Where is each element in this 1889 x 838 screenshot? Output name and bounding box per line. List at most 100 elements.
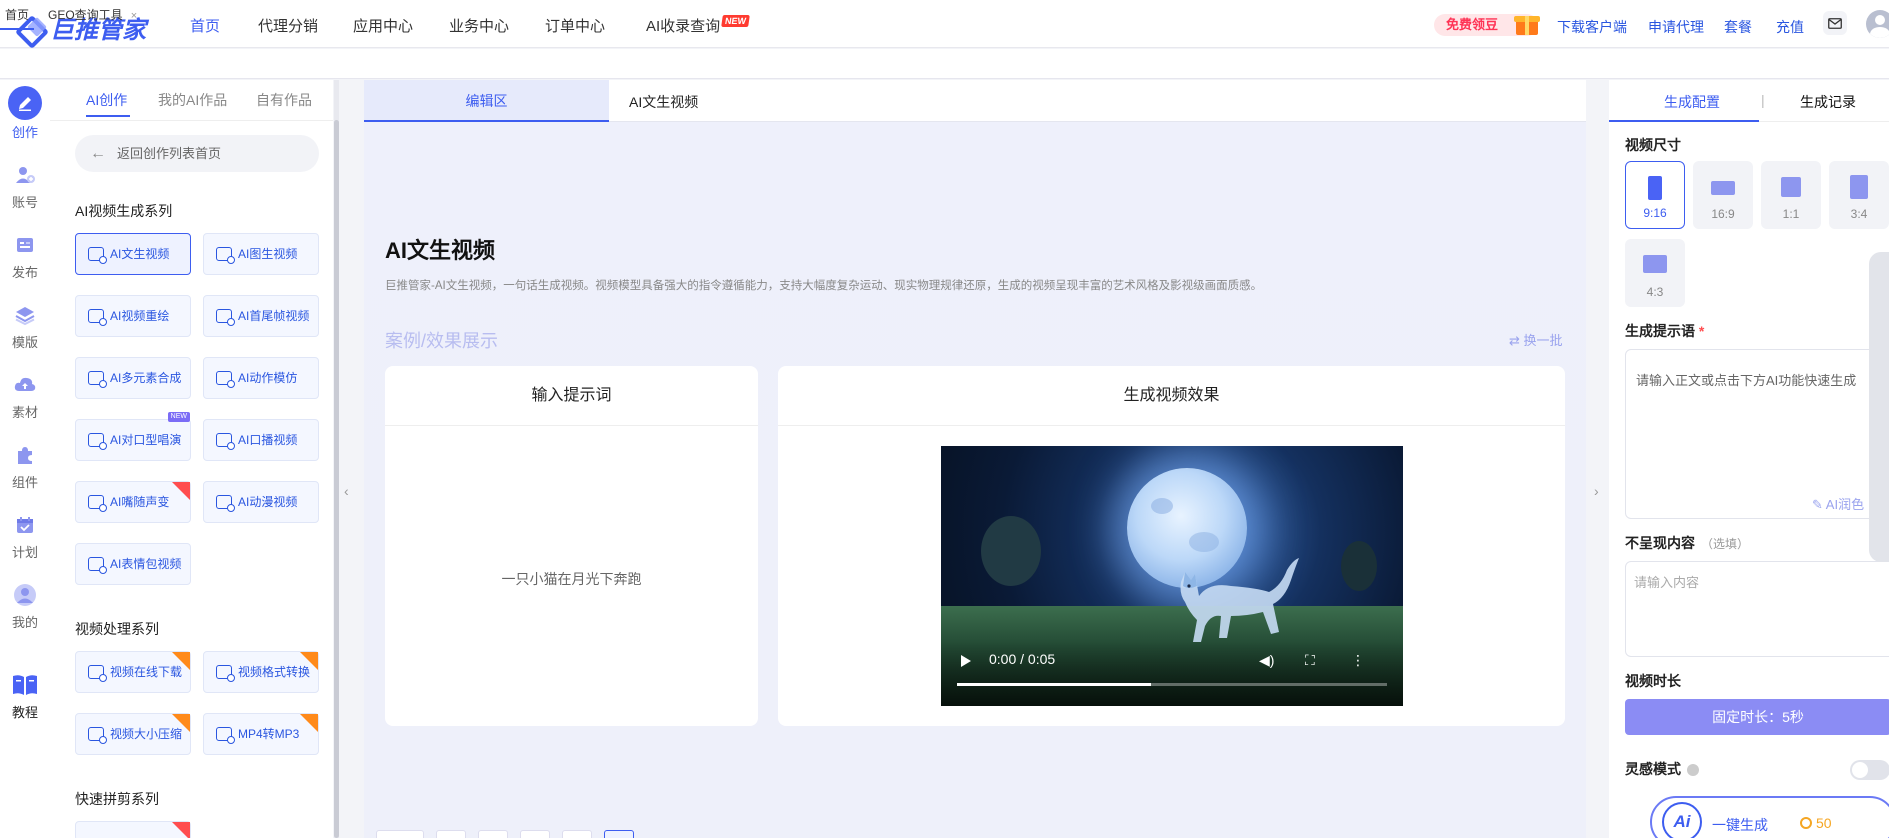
recharge-link[interactable]: 充值 — [1776, 17, 1804, 37]
puzzle-icon — [10, 440, 40, 470]
tool-mp4-to-mp3[interactable]: MP4转MP3 — [203, 713, 319, 755]
tool-text-to-video[interactable]: AI文生视频 — [75, 233, 191, 275]
tool-format-convert[interactable]: 视频格式转换 — [203, 651, 319, 693]
tool-multi-element[interactable]: AI多元素合成 — [75, 357, 191, 399]
tool-voice-mouth[interactable]: AI嘴随声变 — [75, 481, 191, 523]
nav-orders[interactable]: 订单中心 — [545, 15, 605, 36]
exclude-textarea[interactable]: 请输入内容 — [1625, 561, 1889, 657]
info-icon[interactable] — [1687, 764, 1699, 777]
nav-agent[interactable]: 代理分销 — [258, 15, 318, 36]
tab-edit-area[interactable]: 编辑区 — [364, 80, 609, 122]
tool-label: AI图生视频 — [238, 247, 298, 261]
bottom-toolbar-item[interactable] — [562, 830, 592, 838]
sidebar-item-create[interactable]: 创作 — [0, 86, 50, 141]
mail-icon[interactable] — [1823, 11, 1847, 35]
tool-video-compress[interactable]: 视频大小压缩 — [75, 713, 191, 755]
volume-icon[interactable]: ◀︎) — [1259, 652, 1274, 669]
back-to-list-button[interactable]: ← 返回创作列表首页 — [75, 135, 319, 172]
ratio-9-16[interactable]: 9:16 — [1625, 161, 1685, 229]
sidebar-item-mine[interactable]: 我的 — [0, 580, 50, 631]
ratio-1-1[interactable]: 1:1 — [1761, 161, 1821, 229]
download-client-link[interactable]: 下载客户端 — [1557, 17, 1627, 37]
tool-first-last-frame[interactable]: AI首尾帧视频 — [203, 295, 319, 337]
nav-apps[interactable]: 应用中心 — [353, 15, 413, 36]
play-icon[interactable] — [961, 655, 971, 667]
page-title: AI文生视频 — [385, 238, 496, 263]
tool-motion-imitate[interactable]: AI动作模仿 — [203, 357, 319, 399]
new-tag: NEW — [167, 412, 190, 422]
fullscreen-icon[interactable]: ⛶ — [1305, 652, 1315, 669]
result-card-title: 生成视频效果 — [778, 366, 1565, 426]
bottom-toolbar-item[interactable] — [478, 830, 508, 838]
tool-emoji-video[interactable]: AI表情包视频 — [75, 543, 191, 585]
sidebar-item-account[interactable]: 账号 — [0, 160, 50, 211]
sidebar-label: 我的 — [11, 615, 38, 630]
collapse-right-icon[interactable]: › — [1594, 483, 1599, 499]
user-avatar[interactable] — [1866, 10, 1889, 38]
sidebar-item-plan[interactable]: 计划 — [0, 510, 50, 561]
portrait-icon — [1648, 176, 1662, 200]
sidebar-item-template[interactable]: 模版 — [0, 300, 50, 351]
publish-icon — [10, 230, 40, 260]
ratio-16-9[interactable]: 16:9 — [1693, 161, 1753, 229]
ratio-4-3[interactable]: 4:3 — [1625, 239, 1685, 307]
bottom-toolbar-item[interactable] — [604, 830, 634, 838]
tab-home[interactable]: 首页 — [0, 0, 34, 30]
tab-geo-tool[interactable]: GEO查询工具 × — [48, 0, 137, 30]
more-vertical-icon[interactable]: ⋮ — [1351, 652, 1365, 669]
tool-label: AI口播视频 — [238, 433, 298, 447]
tool-label: AI对口型唱演 — [110, 433, 182, 447]
bottom-toolbar-item[interactable] — [520, 830, 550, 838]
sidebar-item-component[interactable]: 组件 — [0, 440, 50, 491]
tab-own-works[interactable]: 自有作品 — [256, 90, 312, 110]
tool-video-download[interactable]: 视频在线下载 — [75, 651, 191, 693]
case-showcase-title: 案例/效果展示 — [385, 331, 499, 351]
tool-image-to-video[interactable]: AI图生视频 — [203, 233, 319, 275]
floating-tool-widget[interactable] — [1869, 252, 1889, 562]
tool-lip-sync[interactable]: AI对口型唱演 NEW — [75, 412, 191, 461]
video-player[interactable]: 0:00 / 0:05 ◀︎) ⛶ ⋮ — [941, 446, 1403, 706]
tab-ai-create[interactable]: AI创作 — [86, 90, 127, 110]
generate-cost: 50 — [1800, 815, 1832, 831]
talking-icon — [216, 433, 235, 450]
collapse-left-icon[interactable]: ‹ — [344, 483, 349, 499]
exclude-label: 不呈现内容 （选填） — [1625, 533, 1749, 553]
compress-icon — [88, 727, 107, 744]
tab-generate-records[interactable]: 生成记录 — [1800, 92, 1856, 112]
sidebar-item-tutorial[interactable]: 教程 — [0, 670, 50, 721]
sidebar-item-publish[interactable]: 发布 — [0, 230, 50, 281]
ratio-3-4[interactable]: 3:4 — [1829, 161, 1889, 229]
gift-icon[interactable] — [1513, 9, 1541, 37]
ai-polish-button[interactable]: ✎ AI润色 — [1812, 494, 1864, 513]
tool-video-redraw[interactable]: AI视频重绘 — [75, 295, 191, 337]
inspire-mode-toggle[interactable] — [1850, 760, 1889, 780]
generate-button[interactable]: Ai 一键生成 50 — [1650, 796, 1889, 838]
tool-talking-video[interactable]: AI口播视频 — [203, 419, 319, 461]
nav-home[interactable]: 首页 — [190, 15, 220, 36]
tab-generate-config[interactable]: 生成配置 — [1664, 92, 1720, 112]
free-corner-badge — [300, 714, 318, 732]
sidebar-label: 组件 — [11, 475, 38, 490]
tool-quick-cut[interactable] — [75, 821, 191, 838]
refresh-batch-button[interactable]: ⇄ 换一批 — [1509, 330, 1563, 349]
generate-label: 一键生成 — [1712, 817, 1768, 833]
download-video-icon — [88, 665, 107, 682]
panel-scroll-thumb[interactable] — [334, 120, 339, 838]
apply-agent-link[interactable]: 申请代理 — [1648, 17, 1704, 37]
required-mark: * — [1698, 323, 1705, 339]
close-icon[interactable]: × — [131, 10, 137, 22]
bottom-toolbar-item[interactable] — [376, 830, 424, 838]
section-title: 快速拼剪系列 — [75, 791, 159, 807]
nav-ai-index[interactable]: AI收录查询 NEW — [646, 15, 751, 36]
sidebar-item-material[interactable]: 素材 — [0, 370, 50, 421]
plans-link[interactable]: 套餐 — [1724, 17, 1752, 37]
free-corner-badge — [172, 714, 190, 732]
duration-fixed-button[interactable]: 固定时长：5秒 — [1625, 699, 1889, 735]
nav-business[interactable]: 业务中心 — [449, 15, 509, 36]
bottom-toolbar-item[interactable] — [436, 830, 466, 838]
tab-my-ai-works[interactable]: 我的AI作品 — [158, 90, 227, 110]
tool-label: AI多元素合成 — [110, 371, 182, 385]
tool-anime-video[interactable]: AI动漫视频 — [203, 481, 319, 523]
panel-divider — [50, 120, 333, 121]
tab-tool-title[interactable]: AI文生视频 — [629, 92, 698, 112]
